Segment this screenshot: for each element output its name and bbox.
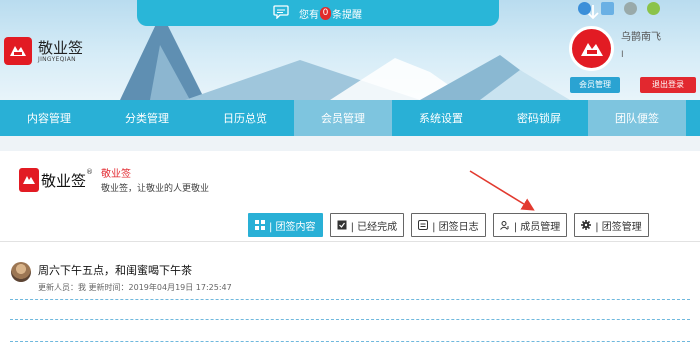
nav-system-settings[interactable]: 系统设置 (392, 100, 490, 136)
nav-password-lock[interactable]: 密码锁屏 (490, 100, 588, 136)
brand-name-en: JINGYEQIAN (38, 55, 76, 63)
notification-suffix: 条提醒 (332, 10, 362, 21)
tab-team-management[interactable]: | 团签管理 (574, 213, 649, 237)
notification-prefix: 您有 (299, 10, 319, 21)
team-title[interactable]: 敬业签 (101, 165, 131, 180)
member-management-button[interactable]: 会员管理 (570, 77, 620, 93)
chat-bubble-icon (273, 5, 289, 19)
tab-team-log[interactable]: | 团签日志 (411, 213, 486, 237)
team-tabs: | 团签内容 | 已经完成 | 团签日志 | 成员管理 | 团签管理 (248, 213, 649, 237)
dashed-separator (10, 341, 690, 342)
nav-member-management[interactable]: 会员管理 (294, 100, 392, 136)
post-author-avatar (11, 262, 31, 282)
tab-completed[interactable]: | 已经完成 (329, 213, 405, 237)
notification-text: 您有 0 条提醒 (299, 6, 362, 21)
notification-count-badge: 0 (320, 7, 331, 20)
nav-content-management[interactable]: 内容管理 (0, 100, 98, 136)
tab-team-content-label: | 团签内容 (269, 221, 316, 233)
registered-mark: ® (86, 168, 94, 176)
user-name: 乌鹊南飞 (621, 32, 661, 43)
dashed-separator (10, 319, 690, 320)
post-meta: 更新人员：我 更新时间：2019年04月19日 17:25:47 (38, 283, 232, 292)
inbox-icon (337, 220, 347, 230)
users-icon (499, 221, 509, 230)
team-logo-text: 敬业签 (41, 171, 87, 190)
header-banner: 您有 0 条提醒 敬业签 JINGYEQIAN 乌鹊南飞 I 会员管理 退出登录 (0, 0, 700, 100)
ie-browser-icon[interactable] (578, 2, 591, 15)
log-icon (418, 220, 429, 230)
team-logo: 敬业签 ® (19, 168, 93, 192)
user-avatar-logo-icon (580, 42, 603, 56)
platform-icons (578, 2, 660, 15)
tab-team-management-label: | 团签管理 (595, 221, 642, 233)
content-divider (0, 241, 700, 242)
android-icon[interactable] (647, 2, 660, 15)
nav-team-notes[interactable]: 团队便签 (588, 100, 686, 136)
logout-button[interactable]: 退出登录 (640, 77, 696, 93)
nav-calendar-overview[interactable]: 日历总览 (196, 100, 294, 136)
user-status: I (621, 50, 624, 60)
user-avatar[interactable] (569, 26, 614, 71)
team-logo-mark-icon (19, 168, 39, 192)
post-title[interactable]: 周六下午五点，和闺蜜喝下午茶 (38, 262, 192, 278)
nav-category-management[interactable]: 分类管理 (98, 100, 196, 136)
tab-member-management[interactable]: | 成员管理 (492, 213, 568, 237)
gear-icon (581, 220, 592, 230)
apple-icon[interactable] (624, 2, 637, 15)
tab-completed-label: | 已经完成 (350, 221, 398, 233)
notification-bar[interactable]: 您有 0 条提醒 (137, 0, 599, 26)
team-slogan: 敬业签，让敬业的人更敬业 (101, 184, 210, 194)
tab-team-content[interactable]: | 团签内容 (248, 213, 323, 237)
brand-logo[interactable]: 敬业签 JINGYEQIAN (4, 37, 83, 65)
tab-member-management-label: | 成员管理 (513, 221, 561, 233)
brand-mark-icon (4, 37, 32, 65)
dashed-separator (10, 299, 690, 300)
grid-icon (255, 220, 265, 230)
windows-icon[interactable] (601, 2, 614, 15)
tab-team-log-label: | 团签日志 (432, 221, 479, 233)
main-nav: 内容管理 分类管理 日历总览 会员管理 系统设置 密码锁屏 团队便签 (0, 100, 700, 136)
brand-name: 敬业签 (38, 38, 84, 57)
